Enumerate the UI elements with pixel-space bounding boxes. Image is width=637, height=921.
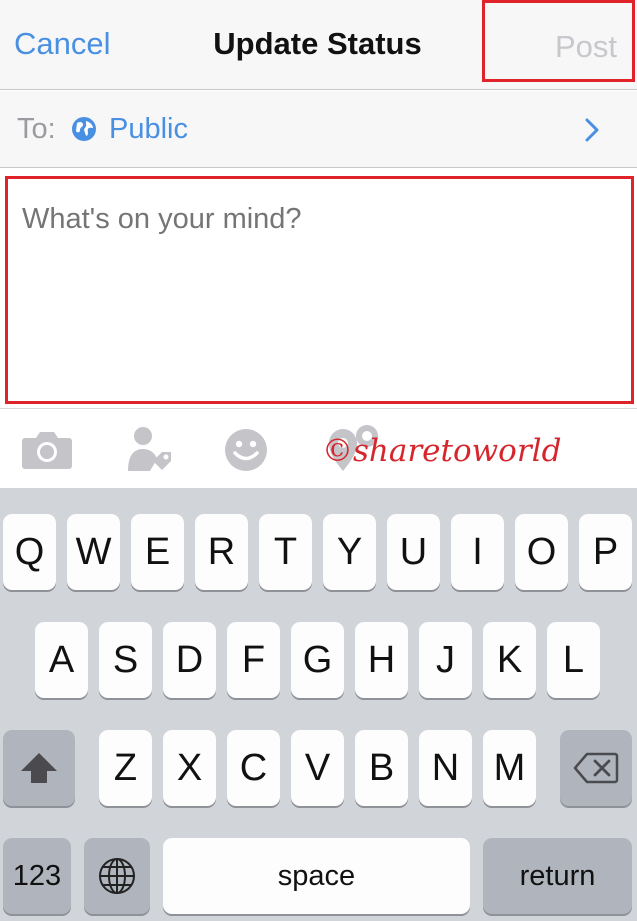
key-label: A — [48, 638, 75, 681]
key-label: X — [176, 746, 203, 789]
return-key[interactable]: return — [483, 838, 632, 914]
key-n[interactable]: N — [419, 730, 472, 806]
key-m[interactable]: M — [483, 730, 536, 806]
key-b[interactable]: B — [355, 730, 408, 806]
key-label: Y — [336, 530, 363, 573]
key-d[interactable]: D — [163, 622, 216, 698]
key-i[interactable]: I — [451, 514, 504, 590]
key-t[interactable]: T — [259, 514, 312, 590]
key-h[interactable]: H — [355, 622, 408, 698]
key-o[interactable]: O — [515, 514, 568, 590]
page-title-text: Update Status — [213, 26, 422, 61]
key-a[interactable]: A — [35, 622, 88, 698]
key-p[interactable]: P — [579, 514, 632, 590]
status-composer — [5, 176, 634, 404]
key-label: F — [241, 638, 266, 681]
key-f[interactable]: F — [227, 622, 280, 698]
key-s[interactable]: S — [99, 622, 152, 698]
space-key-label: space — [277, 859, 356, 892]
key-u[interactable]: U — [387, 514, 440, 590]
globe-icon — [99, 858, 135, 894]
key-label: S — [112, 638, 139, 681]
key-label: D — [175, 638, 204, 681]
audience-selector[interactable]: To: Public — [0, 91, 637, 168]
key-w[interactable]: W — [67, 514, 120, 590]
emoji-icon[interactable] — [224, 428, 268, 472]
shift-key[interactable] — [3, 730, 75, 806]
key-x[interactable]: X — [163, 730, 216, 806]
key-label: H — [367, 638, 396, 681]
key-label: R — [207, 530, 236, 573]
key-y[interactable]: Y — [323, 514, 376, 590]
backspace-icon — [573, 752, 619, 784]
key-k[interactable]: K — [483, 622, 536, 698]
keyboard: Q W E R T Y U I O P A S D F G H J K L Z … — [0, 488, 637, 921]
return-key-label: return — [519, 859, 596, 892]
key-label: J — [436, 638, 455, 681]
key-label: B — [368, 746, 395, 789]
space-key[interactable]: space — [163, 838, 470, 914]
numbers-key-label: 123 — [12, 859, 62, 892]
key-label: I — [472, 530, 483, 573]
numbers-key[interactable]: 123 — [3, 838, 71, 914]
shift-icon — [21, 753, 57, 783]
key-label: M — [493, 746, 526, 789]
attachment-toolbar: ©sharetoworld — [0, 408, 637, 488]
key-label: W — [75, 530, 112, 573]
post-button-highlight: Post — [482, 0, 635, 82]
key-r[interactable]: R — [195, 514, 248, 590]
key-label: V — [304, 746, 331, 789]
globe-icon — [72, 117, 96, 141]
key-label: C — [239, 746, 268, 789]
key-l[interactable]: L — [547, 622, 600, 698]
key-label: N — [431, 746, 460, 789]
key-label: Z — [113, 746, 138, 789]
key-label: E — [144, 530, 171, 573]
key-z[interactable]: Z — [99, 730, 152, 806]
backspace-key[interactable] — [560, 730, 632, 806]
globe-key[interactable] — [84, 838, 150, 914]
camera-icon[interactable] — [21, 428, 73, 470]
navigation-bar: Cancel Update Status Post — [0, 0, 637, 90]
key-label: K — [496, 638, 523, 681]
key-label: Q — [14, 530, 45, 573]
audience-value: Public — [109, 113, 188, 145]
key-label: P — [592, 530, 619, 573]
key-e[interactable]: E — [131, 514, 184, 590]
to-label: To: — [17, 113, 56, 145]
key-c[interactable]: C — [227, 730, 280, 806]
key-label: T — [273, 530, 298, 573]
tag-person-icon[interactable] — [126, 425, 174, 475]
key-g[interactable]: G — [291, 622, 344, 698]
key-label: O — [526, 530, 557, 573]
status-input[interactable] — [22, 203, 612, 236]
post-button[interactable]: Post — [555, 29, 617, 65]
key-label: U — [399, 530, 428, 573]
key-label: G — [302, 638, 333, 681]
key-v[interactable]: V — [291, 730, 344, 806]
key-q[interactable]: Q — [3, 514, 56, 590]
key-label: L — [562, 638, 585, 681]
key-j[interactable]: J — [419, 622, 472, 698]
chevron-right-icon[interactable] — [583, 117, 601, 143]
watermark: ©sharetoworld — [322, 433, 562, 469]
